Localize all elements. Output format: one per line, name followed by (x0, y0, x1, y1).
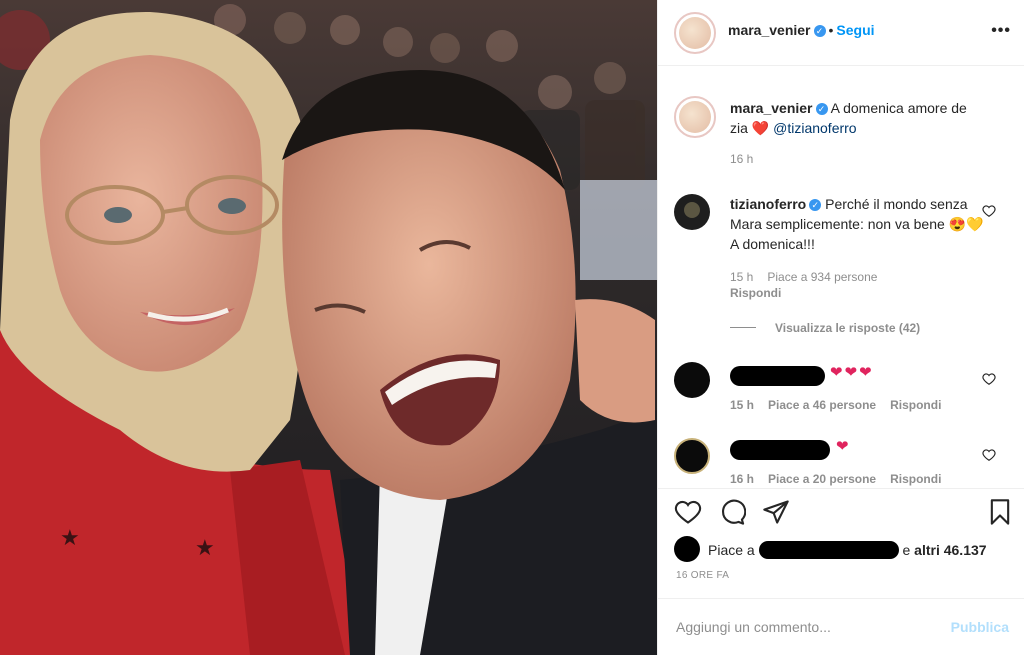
heart-emoji-icon: ❤️ (751, 120, 770, 136)
replies-divider (730, 327, 756, 328)
comment-meta: 16 h Piace a 20 persone Rispondi (730, 472, 955, 486)
publish-button[interactable]: Pubblica (951, 619, 1009, 635)
separator-dot: • (828, 22, 834, 38)
like-heart-icon[interactable] (674, 498, 702, 526)
comment-time: 15 h (730, 398, 755, 412)
comment-username[interactable]: tizianoferro (730, 196, 806, 212)
caption-avatar[interactable] (674, 96, 716, 138)
comment-likes[interactable]: Piace a 46 persone (768, 398, 876, 412)
redacted-liker (758, 541, 899, 559)
more-options-icon[interactable]: ••• (991, 22, 1011, 40)
heart-emoji-icon: ❤ (836, 438, 849, 455)
svg-text:★: ★ (60, 525, 80, 550)
comment-avatar[interactable] (674, 362, 710, 398)
comment-avatar[interactable] (674, 194, 710, 230)
caption-mention[interactable]: @tizianoferro (773, 120, 856, 136)
share-send-icon[interactable] (762, 498, 790, 526)
liker-avatar[interactable] (674, 536, 700, 562)
add-comment-bar: Aggiungi un commento... Pubblica (658, 598, 1024, 655)
comment-meta: 15 h Piace a 46 persone Rispondi (730, 398, 955, 412)
caption: mara_venier ✓ A domenica amore de zia ❤️ … (730, 98, 985, 138)
save-bookmark-icon[interactable] (986, 498, 1014, 526)
comment-input[interactable]: Aggiungi un commento... (676, 619, 831, 635)
like-comment-icon[interactable] (982, 204, 996, 218)
comment-bubble-icon[interactable] (718, 498, 746, 526)
svg-text:★: ★ (195, 535, 215, 560)
likes-suffix: e (902, 542, 911, 558)
view-replies-button[interactable]: Visualizza le risposte (42) (775, 321, 920, 335)
reply-button[interactable]: Rispondi (730, 286, 781, 300)
verified-badge-icon: ✓ (813, 25, 826, 37)
likes-summary: Piace a e altri 46.137 (708, 541, 987, 559)
post-side-panel: mara_venier ✓ • Segui ••• mara_venier ✓ A do… (657, 0, 1024, 655)
verified-badge-icon: ✓ (809, 199, 822, 211)
comment-meta: 15 h Piace a 934 persone (730, 270, 891, 284)
reply-button[interactable]: Rispondi (890, 398, 941, 412)
caption-username[interactable]: mara_venier (730, 100, 813, 116)
verified-badge-icon: ✓ (815, 103, 828, 115)
author-avatar[interactable] (674, 12, 716, 54)
author-username[interactable]: mara_venier (728, 22, 811, 38)
like-comment-icon[interactable] (982, 372, 996, 386)
divider (658, 488, 1024, 489)
likes-prefix: Piace a (708, 542, 755, 558)
likes-count[interactable]: altri 46.137 (914, 542, 986, 558)
redacted-username (730, 366, 825, 386)
header-user-line: mara_venier ✓ • Segui (728, 22, 875, 40)
follow-button[interactable]: Segui (836, 22, 874, 38)
post-photo[interactable]: ★ ★ (0, 0, 657, 655)
like-comment-icon[interactable] (982, 448, 996, 462)
comment-avatar[interactable] (674, 438, 710, 474)
comment-likes[interactable]: Piace a 934 persone (767, 270, 877, 284)
post-timestamp: 16 ORE FA (676, 570, 730, 581)
reply-button[interactable]: Rispondi (890, 472, 941, 486)
hearts-emoji-icon: ❤❤❤ (830, 364, 874, 381)
comment-time: 16 h (730, 472, 755, 486)
comment-likes[interactable]: Piace a 20 persone (768, 472, 876, 486)
post-header: mara_venier ✓ • Segui ••• (658, 0, 1024, 66)
comment-time: 15 h (730, 270, 754, 284)
post-actions (674, 498, 1014, 526)
selfie-image: ★ ★ (0, 0, 657, 655)
caption-time: 16 h (730, 152, 754, 166)
comment-item: tizianoferro ✓ Perché il mondo senza Mara… (730, 194, 985, 254)
redacted-username (730, 440, 830, 460)
